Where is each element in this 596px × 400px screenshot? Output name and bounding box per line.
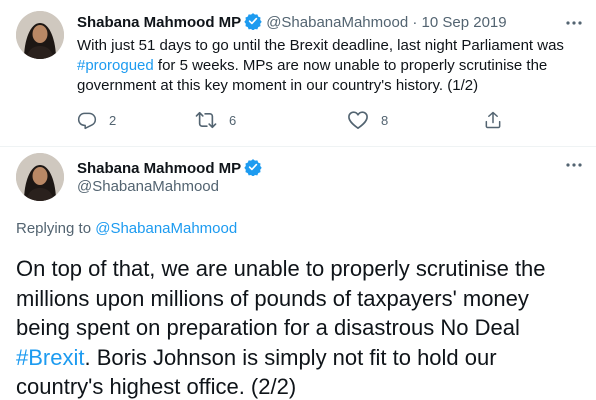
tweet-text: On top of that, we are unable to properl…: [16, 254, 586, 400]
retweet-count: 6: [229, 112, 237, 128]
tweet-actions: 2 6 8: [77, 110, 577, 132]
reply-icon: [77, 110, 97, 130]
hashtag-link[interactable]: #Brexit: [16, 345, 84, 370]
retweet-button[interactable]: 6: [195, 110, 236, 130]
hashtag-link[interactable]: #prorogued: [77, 57, 154, 74]
like-icon: [347, 110, 369, 130]
more-icon[interactable]: [563, 154, 585, 176]
author-name[interactable]: Shabana Mahmood MP: [77, 14, 241, 31]
tweet-text: With just 51 days to go until the Brexit…: [77, 36, 577, 96]
like-button[interactable]: 8: [347, 110, 388, 130]
avatar[interactable]: [16, 153, 64, 201]
replying-handle-link[interactable]: @ShabanaMahmood: [95, 220, 237, 237]
like-count: 8: [381, 112, 389, 128]
tweet-text-part: . Boris Johnson is simply not fit to hol…: [16, 344, 497, 400]
tweet-date[interactable]: 10 Sep 2019: [422, 14, 507, 31]
replying-to: Replying to @ShabanaMahmood: [16, 220, 237, 237]
replying-label: Replying to: [16, 220, 96, 237]
divider: [0, 146, 596, 147]
tweet-text-part: With just 51 days to go until the Brexit…: [77, 37, 564, 54]
reply-button[interactable]: 2: [77, 110, 116, 130]
author-name[interactable]: Shabana Mahmood MP: [77, 160, 241, 177]
reply-count: 2: [109, 112, 117, 128]
author-handle[interactable]: @ShabanaMahmood: [266, 14, 408, 31]
share-icon: [483, 110, 503, 130]
separator: ·: [408, 14, 422, 31]
verified-badge-icon: [244, 158, 262, 181]
verified-badge-icon: [244, 12, 262, 34]
tweet-header: Shabana Mahmood MP @ShabanaMahmood · 10 S…: [77, 12, 507, 34]
more-icon[interactable]: [563, 12, 585, 34]
author-handle[interactable]: @ShabanaMahmood: [77, 178, 219, 195]
retweet-icon: [195, 110, 217, 130]
avatar[interactable]: [16, 11, 64, 59]
share-button[interactable]: [483, 110, 503, 130]
tweet-text-part: On top of that, we are unable to properl…: [16, 256, 546, 340]
